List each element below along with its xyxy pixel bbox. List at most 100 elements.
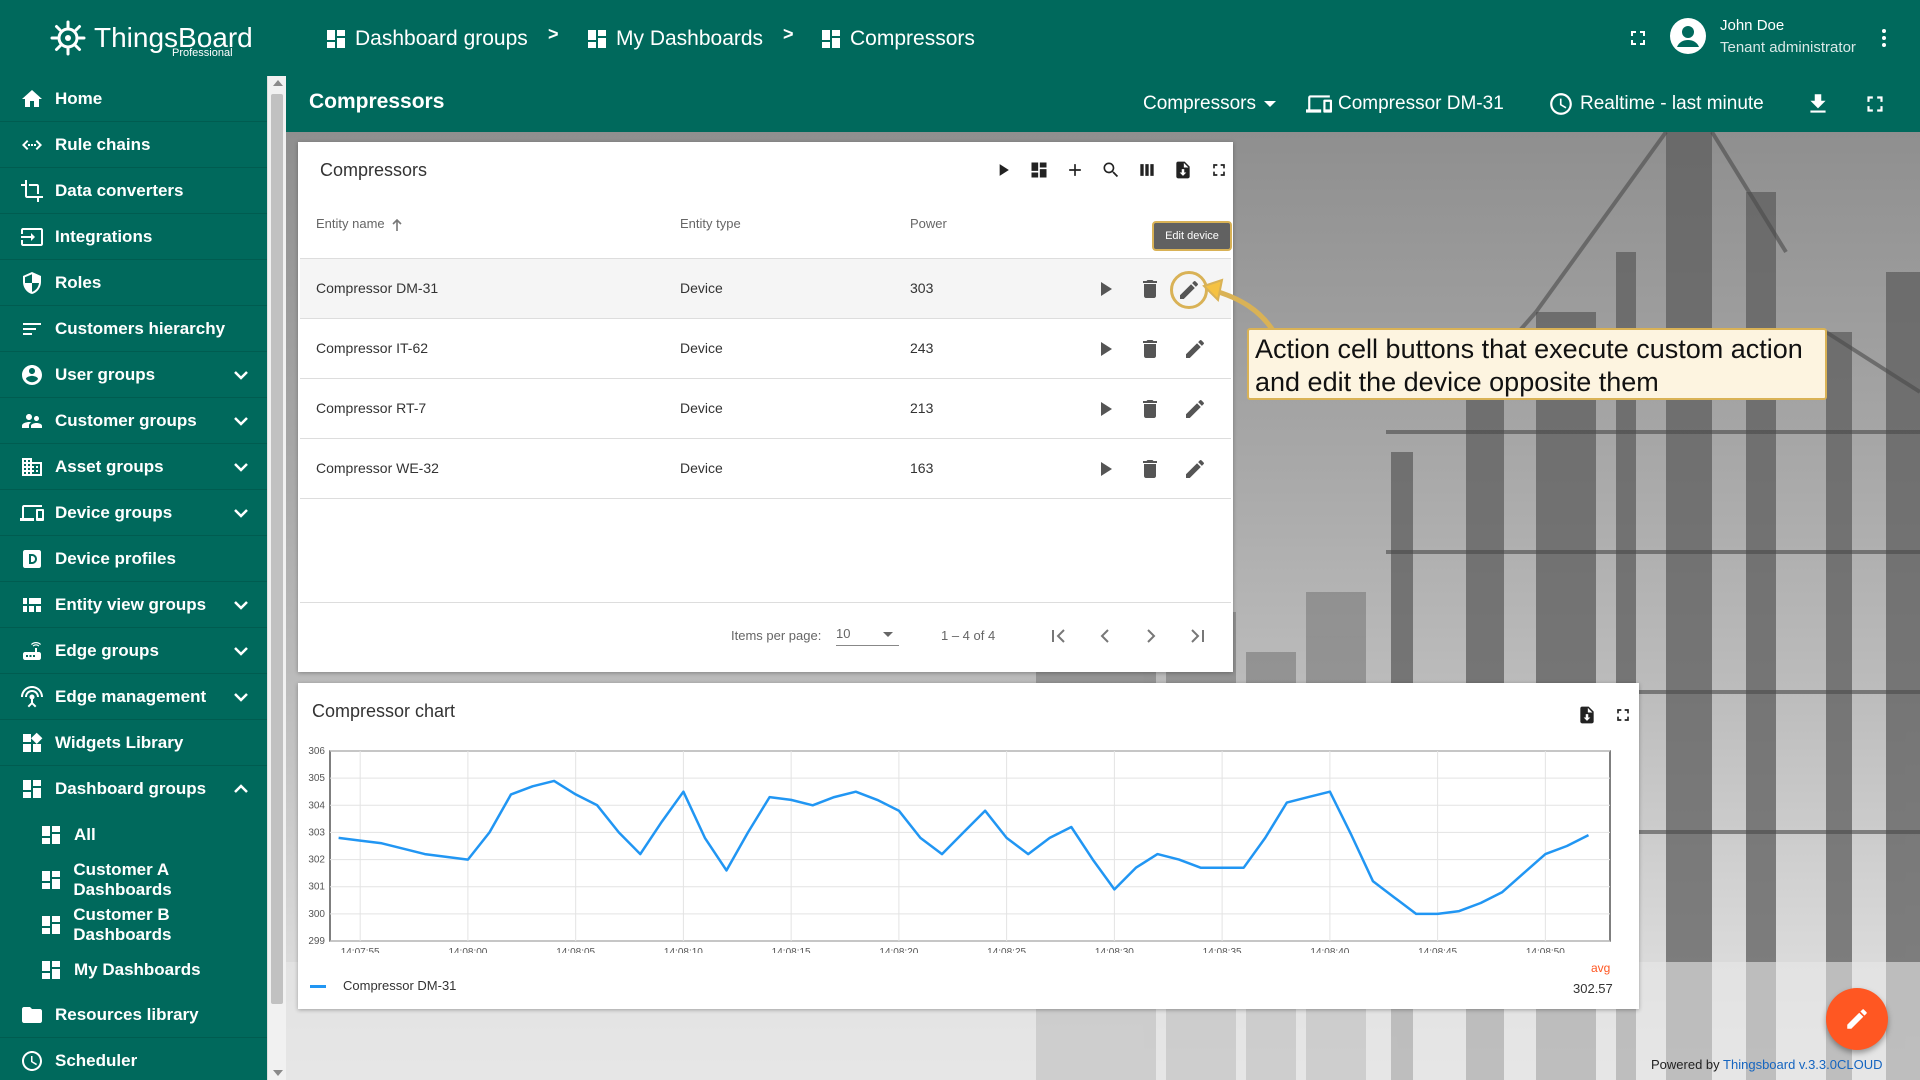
delete-icon[interactable]: [1138, 457, 1162, 481]
chevron-down-icon[interactable]: [231, 365, 251, 385]
breadcrumb-my-dashboards[interactable]: My Dashboards: [585, 24, 763, 54]
table-row[interactable]: Compressor WE-32 Device 163: [300, 439, 1231, 499]
edit-icon[interactable]: [1183, 457, 1207, 481]
play-icon[interactable]: [1093, 397, 1117, 421]
fullscreen-icon[interactable]: [1862, 90, 1894, 118]
sidebar-item-dashboard-groups[interactable]: Dashboard groups: [0, 766, 267, 812]
logo-edition: Professional: [172, 47, 233, 59]
sidebar-item-label: Dashboard groups: [55, 779, 207, 798]
columns-icon[interactable]: [1135, 158, 1159, 182]
line-chart[interactable]: 299 300 301 302 303 304 305 306 14:07:55 14:08:0…: [298, 743, 1639, 953]
dashboard-icon: [38, 867, 63, 893]
sidebar-item-roles[interactable]: Roles: [0, 260, 267, 306]
play-icon[interactable]: [991, 158, 1015, 182]
export-file-icon[interactable]: [1575, 703, 1599, 727]
table-row[interactable]: Compressor IT-62 Device 243: [300, 319, 1231, 379]
sidebar-subitem-customer-b[interactable]: Customer B Dashboards: [0, 902, 267, 947]
sidebar-item-rule-chains[interactable]: Rule chains: [0, 122, 267, 168]
avatar[interactable]: [1670, 18, 1706, 54]
sidebar-subitem-all[interactable]: All: [0, 812, 267, 857]
play-icon[interactable]: [1093, 277, 1117, 301]
chevron-down-icon[interactable]: [231, 457, 251, 477]
chevron-down-icon[interactable]: [231, 503, 251, 523]
sidebar-item-edge-management[interactable]: Edge management: [0, 674, 267, 720]
device-profile-icon: [19, 546, 45, 572]
play-icon[interactable]: [1093, 337, 1117, 361]
column-header-entity-type[interactable]: Entity type: [680, 216, 741, 231]
first-page-icon[interactable]: [1047, 624, 1071, 648]
view-quilt-icon: [19, 592, 45, 618]
table-row[interactable]: Compressor RT-7 Device 213: [300, 379, 1231, 439]
sidebar-item-customers-hierarchy[interactable]: Customers hierarchy: [0, 306, 267, 352]
x-tick-label: 14:08:45: [1418, 947, 1457, 953]
column-header-power[interactable]: Power: [910, 216, 947, 231]
edit-icon: [1847, 1009, 1867, 1029]
x-tick-label: 14:08:00: [448, 947, 487, 953]
export-file-icon[interactable]: [1171, 158, 1195, 182]
edit-icon[interactable]: [1183, 397, 1207, 421]
fullscreen-icon[interactable]: [1611, 703, 1635, 727]
previous-page-icon[interactable]: [1093, 624, 1117, 648]
scroll-down-icon[interactable]: [273, 1070, 283, 1076]
search-icon[interactable]: [1099, 158, 1123, 182]
sidebar-item-device-profiles[interactable]: Device profiles: [0, 536, 267, 582]
sidebar-subitem-my-dashboards[interactable]: My Dashboards: [0, 947, 267, 992]
more-vert-icon[interactable]: [1872, 26, 1896, 50]
user-name[interactable]: John Doe: [1720, 17, 1784, 34]
dashboard-icon: [588, 30, 606, 48]
sidebar-item-resources-library[interactable]: Resources library: [0, 992, 267, 1038]
cell-entity-name: Compressor DM-31: [316, 280, 439, 296]
breadcrumb-label: Compressors: [850, 27, 975, 50]
sidebar-item-home[interactable]: Home: [0, 76, 267, 122]
edit-dashboard-button[interactable]: [1826, 988, 1888, 1050]
scrollbar-thumb[interactable]: [271, 94, 283, 1004]
edit-icon[interactable]: [1183, 337, 1207, 361]
breadcrumb-dashboard-groups[interactable]: Dashboard groups: [324, 24, 528, 54]
chevron-down-icon[interactable]: [231, 687, 251, 707]
delete-icon[interactable]: [1138, 397, 1162, 421]
dashboard-icon[interactable]: [1027, 158, 1051, 182]
chevron-down-icon[interactable]: [231, 641, 251, 661]
y-tick-label: 306: [308, 746, 325, 757]
entity-select[interactable]: Compressor DM-31: [1306, 90, 1504, 118]
delete-icon[interactable]: [1138, 277, 1162, 301]
y-tick-label: 304: [308, 800, 325, 811]
add-icon[interactable]: [1063, 158, 1087, 182]
next-page-icon[interactable]: [1139, 624, 1163, 648]
chevron-down-icon[interactable]: [231, 411, 251, 431]
page-size-select[interactable]: 10: [836, 626, 899, 646]
sidebar-item-customer-groups[interactable]: Customer groups: [0, 398, 267, 444]
logo[interactable]: ThingsBoard Professional: [0, 0, 286, 76]
sidebar-scrollbar[interactable]: [267, 76, 286, 1080]
table-row[interactable]: Compressor DM-31 Device 303: [300, 259, 1231, 319]
sidebar-subitem-customer-a[interactable]: Customer A Dashboards: [0, 857, 267, 902]
last-page-icon[interactable]: [1185, 624, 1209, 648]
timewindow-button[interactable]: Realtime - last minute: [1548, 90, 1764, 118]
sidebar-item-widgets-library[interactable]: Widgets Library: [0, 720, 267, 766]
play-icon[interactable]: [1093, 457, 1117, 481]
sidebar-item-integrations[interactable]: Integrations: [0, 214, 267, 260]
version-link[interactable]: Thingsboard v.3.3.0CLOUD: [1723, 1057, 1882, 1072]
sidebar-item-label: Customer A Dashboards: [73, 859, 172, 899]
fullscreen-icon[interactable]: [1207, 158, 1231, 182]
column-header-entity-name[interactable]: Entity name: [316, 216, 403, 232]
state-select[interactable]: Compressors: [1143, 90, 1276, 118]
sidebar-item-entity-view-groups[interactable]: Entity view groups: [0, 582, 267, 628]
widget-title: Compressors: [320, 160, 428, 180]
sidebar-item-asset-groups[interactable]: Asset groups: [0, 444, 267, 490]
sidebar-item-data-converters[interactable]: Data converters: [0, 168, 267, 214]
delete-icon[interactable]: [1138, 337, 1162, 361]
chevron-down-icon[interactable]: [231, 595, 251, 615]
sidebar-item-user-groups[interactable]: User groups: [0, 352, 267, 398]
fullscreen-icon[interactable]: [1626, 26, 1650, 50]
chevron-up-icon[interactable]: [231, 779, 251, 799]
sidebar-item-scheduler[interactable]: Scheduler: [0, 1038, 267, 1080]
download-icon[interactable]: [1805, 90, 1837, 118]
sidebar-item-edge-groups[interactable]: Edge groups: [0, 628, 267, 674]
legend-series-name[interactable]: Compressor DM-31: [343, 978, 456, 993]
sidebar-item-label: Edge management: [55, 686, 207, 706]
scroll-up-icon[interactable]: [273, 80, 283, 86]
clock-icon: [19, 1048, 45, 1074]
sidebar-item-device-groups[interactable]: Device groups: [0, 490, 267, 536]
dashboard-icon: [38, 957, 64, 983]
